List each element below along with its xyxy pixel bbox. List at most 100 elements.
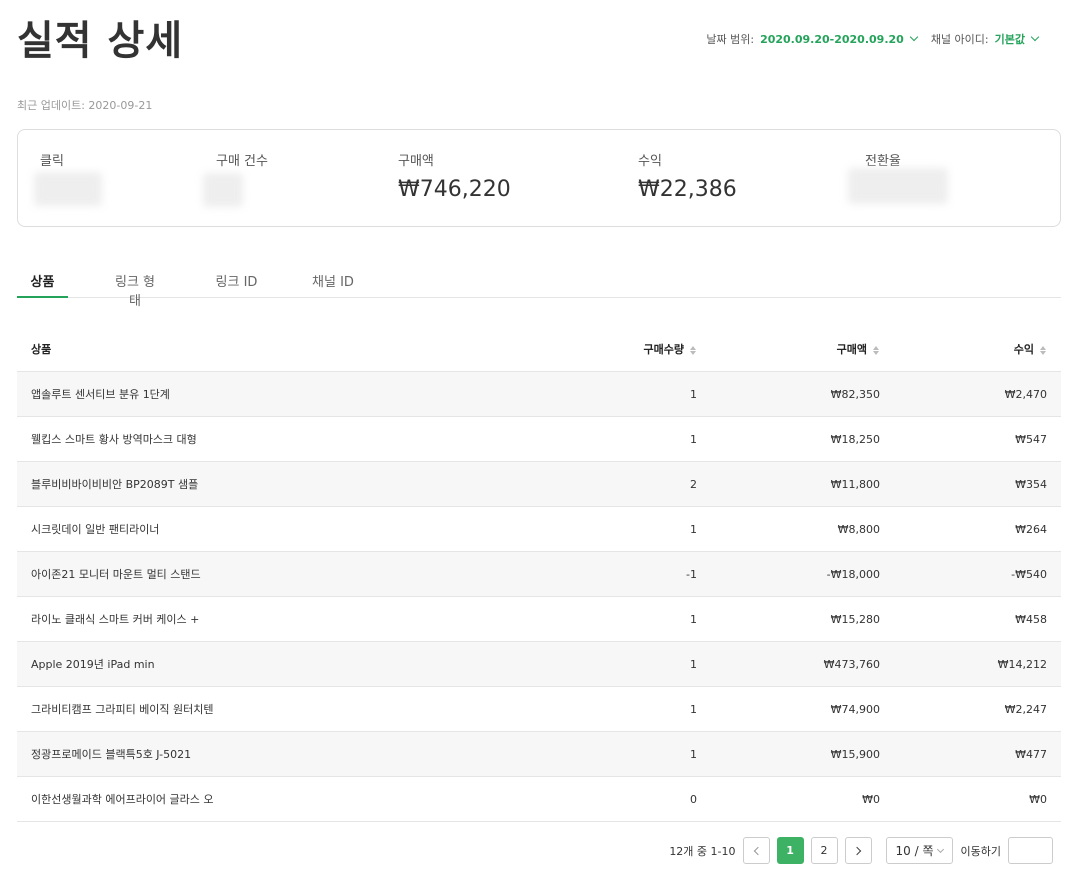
cell-revenue: ₩264 [1015, 522, 1047, 536]
cell-product: 블루비비바이비비안 BP2089T 샘플 [31, 478, 199, 491]
table-row: Apple 2019년 iPad min 1 ₩473,760 ₩14,212 [17, 642, 1061, 687]
cell-revenue: ₩2,247 [1004, 702, 1047, 716]
cell-quantity: 2 [690, 477, 697, 491]
cell-sales: ₩11,800 [830, 477, 880, 491]
tab-product[interactable]: 상품 [17, 271, 68, 298]
cell-sales: ₩18,250 [830, 432, 880, 446]
cell-revenue: ₩0 [1029, 792, 1047, 806]
table-body: 앱솔루트 센서티브 분유 1단계 1 ₩82,350 ₩2,470 웰킵스 스마트 황사… [17, 372, 1061, 822]
table-row: 앱솔루트 센서티브 분유 1단계 1 ₩82,350 ₩2,470 [17, 372, 1061, 417]
metric-value: ₩22,386 [638, 177, 737, 202]
tab-link-id[interactable]: 링크 ID [214, 271, 259, 298]
cell-revenue: ₩458 [1015, 612, 1047, 626]
chevron-right-icon [852, 846, 861, 855]
cell-quantity: -1 [686, 567, 697, 581]
page-size-select[interactable]: 10 / 쪽 [885, 837, 953, 864]
metric-sales: 구매액 ₩746,220 [398, 150, 511, 202]
tab-link-type[interactable]: 링크 형태 [110, 271, 160, 309]
cell-product: 시크릿데이 일반 팬티라이너 [31, 523, 160, 536]
page-button-1[interactable]: 1 [776, 837, 804, 864]
table-row: 아이존21 모니터 마운트 멀티 스탠드 -1 -₩18,000 -₩540 [17, 552, 1061, 597]
cell-product: 라이노 클래식 스마트 커버 케이스 + [31, 613, 200, 626]
channel-id-filter[interactable]: 채널 아이디: 기본값 [930, 31, 1040, 47]
cell-quantity: 1 [690, 612, 697, 626]
tab-channel-id[interactable]: 채널 ID [308, 271, 358, 298]
cell-product: 앱솔루트 센서티브 분유 1단계 [31, 388, 170, 401]
next-page-button[interactable] [844, 837, 872, 864]
cell-quantity: 0 [690, 792, 697, 806]
date-range-value: 2020.09.20-2020.09.20 [760, 32, 904, 46]
cell-quantity: 1 [690, 702, 697, 716]
col-sales-label: 구매액 [836, 343, 867, 356]
chevron-down-icon [1030, 32, 1040, 42]
cell-product: 웰킵스 스마트 황사 방역마스크 대형 [31, 433, 197, 446]
cell-sales: -₩18,000 [826, 567, 880, 581]
cell-sales: ₩74,900 [830, 702, 880, 716]
page-size-value: 10 / 쪽 [895, 844, 934, 858]
redacted-value [848, 168, 948, 204]
cell-product: 이한선생월과학 에어프라이어 글라스 오 [31, 793, 214, 806]
cell-revenue: ₩14,212 [997, 657, 1047, 671]
metric-orders: 구매 건수 [216, 150, 268, 169]
pagination-info: 12개 중 1-10 [669, 844, 736, 858]
metric-label: 구매 건수 [216, 154, 268, 169]
sort-icon [873, 345, 880, 355]
cell-quantity: 1 [690, 657, 697, 671]
channel-id-label: 채널 아이디: [930, 33, 989, 46]
metric-clicks: 클릭 [40, 150, 64, 169]
cell-sales: ₩473,760 [823, 657, 880, 671]
goto-label: 이동하기 [960, 844, 1001, 858]
metric-conversion: 전환율 [865, 150, 901, 169]
cell-revenue: -₩540 [1011, 567, 1047, 581]
goto-page-input[interactable] [1008, 837, 1053, 864]
cell-revenue: ₩354 [1015, 477, 1047, 491]
sort-icon [1040, 345, 1047, 355]
cell-product: Apple 2019년 iPad min [31, 658, 155, 671]
metric-label: 클릭 [40, 154, 64, 169]
date-range-filter[interactable]: 날짜 범위: 2020.09.20-2020.09.20 [706, 31, 919, 47]
table-row: 정광프로메이드 블랙특5호 J-5021 1 ₩15,900 ₩477 [17, 732, 1061, 777]
page-title: 실적 상세 [17, 18, 184, 64]
metric-value: ₩746,220 [398, 177, 511, 202]
table-header: 상품 구매수량 구매액 수익 [17, 327, 1061, 372]
date-range-label: 날짜 범위: [706, 33, 755, 46]
cell-quantity: 1 [690, 387, 697, 401]
cell-sales: ₩82,350 [830, 387, 880, 401]
chevron-down-icon [936, 845, 944, 853]
cell-sales: ₩15,280 [830, 612, 880, 626]
table-row: 웰킵스 스마트 황사 방역마스크 대형 1 ₩18,250 ₩547 [17, 417, 1061, 462]
col-revenue[interactable]: 수익 [880, 341, 1047, 357]
tab-bar: 상품 링크 형태 링크 ID 채널 ID [17, 265, 1061, 309]
last-updated: 최근 업데이트: 2020-09-21 [17, 99, 153, 112]
col-sales[interactable]: 구매액 [697, 341, 880, 357]
cell-sales: ₩0 [862, 792, 880, 806]
prev-page-button[interactable] [742, 837, 770, 864]
cell-quantity: 1 [690, 432, 697, 446]
table-row: 라이노 클래식 스마트 커버 케이스 + 1 ₩15,280 ₩458 [17, 597, 1061, 642]
col-quantity[interactable]: 구매수량 [577, 341, 697, 357]
col-product: 상품 [31, 343, 52, 356]
col-quantity-label: 구매수량 [643, 343, 684, 356]
cell-quantity: 1 [690, 522, 697, 536]
cell-revenue: ₩2,470 [1004, 387, 1047, 401]
metric-label: 구매액 [398, 154, 434, 169]
metric-label: 수익 [638, 154, 662, 169]
cell-sales: ₩15,900 [830, 747, 880, 761]
performance-table: 상품 구매수량 구매액 수익 앱솔루트 센서티브 분유 1단계 1 ₩82,350 ₩… [17, 327, 1061, 822]
redacted-value [203, 173, 243, 207]
cell-sales: ₩8,800 [837, 522, 880, 536]
pagination: 12개 중 1-10 1 2 10 / 쪽 이동하기 [669, 837, 1053, 864]
cell-product: 정광프로메이드 블랙특5호 J-5021 [31, 748, 192, 761]
table-row: 이한선생월과학 에어프라이어 글라스 오 0 ₩0 ₩0 [17, 777, 1061, 822]
table-row: 시크릿데이 일반 팬티라이너 1 ₩8,800 ₩264 [17, 507, 1061, 552]
cell-revenue: ₩547 [1015, 432, 1047, 446]
redacted-value [34, 172, 102, 206]
cell-product: 그라비티캠프 그라피티 베이직 원터치텐 [31, 703, 214, 716]
channel-id-value: 기본값 [994, 33, 1025, 46]
page-button-2[interactable]: 2 [810, 837, 838, 864]
col-revenue-label: 수익 [1013, 343, 1034, 356]
chevron-down-icon [909, 32, 919, 42]
table-row: 그라비티캠프 그라피티 베이직 원터치텐 1 ₩74,900 ₩2,247 [17, 687, 1061, 732]
chevron-left-icon [753, 846, 762, 855]
cell-revenue: ₩477 [1015, 747, 1047, 761]
